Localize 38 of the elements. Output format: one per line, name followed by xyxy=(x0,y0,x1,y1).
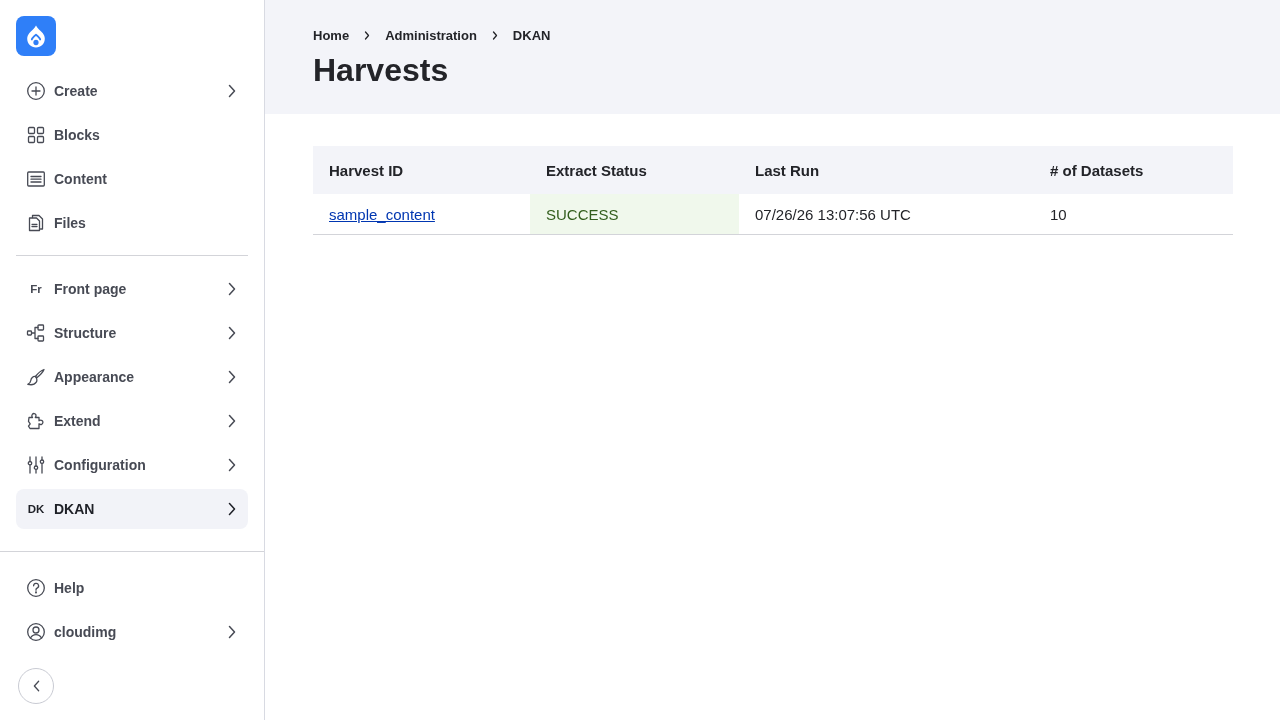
breadcrumb-link[interactable]: Administration xyxy=(385,27,477,43)
nav-item[interactable]: DK DKAN xyxy=(16,489,248,529)
nav-item[interactable]: Extend xyxy=(16,401,248,441)
puzzle-piece-icon xyxy=(26,411,46,431)
nav-item[interactable]: cloudimg xyxy=(16,612,248,652)
documents-icon xyxy=(26,213,46,233)
column-header: Harvest ID xyxy=(313,146,530,194)
list-icon xyxy=(26,169,46,189)
table-cell: 10 xyxy=(1034,194,1233,235)
column-header: Last Run xyxy=(739,146,1034,194)
plus-circle-icon xyxy=(26,81,46,101)
nav-item[interactable]: Files xyxy=(16,203,248,243)
nav-item[interactable]: Structure xyxy=(16,313,248,353)
nav-item[interactable]: Appearance xyxy=(16,357,248,397)
user-icon xyxy=(26,622,46,642)
column-header: # of Datasets xyxy=(1034,146,1233,194)
breadcrumb-separator-icon xyxy=(364,30,371,40)
breadcrumb-link[interactable]: Home xyxy=(313,27,350,43)
grid-icon xyxy=(26,125,46,145)
status-cell: SUCCESS xyxy=(530,194,739,235)
chevron-left-icon xyxy=(32,680,40,692)
nav-item[interactable]: Help xyxy=(16,568,248,608)
nav-item[interactable]: Create xyxy=(16,71,248,111)
nav-item[interactable]: Blocks xyxy=(16,115,248,155)
help-icon xyxy=(26,578,46,598)
nav-item[interactable]: Fr Front page xyxy=(16,269,248,309)
nav-item[interactable]: Configuration xyxy=(16,445,248,485)
breadcrumb-link[interactable]: DKAN xyxy=(512,27,551,43)
logo-icon[interactable] xyxy=(16,16,56,56)
paintbrush-icon xyxy=(26,367,46,387)
column-header: Extract Status xyxy=(530,146,739,194)
hierarchy-icon xyxy=(26,323,46,343)
page-title: Harvests xyxy=(313,51,450,90)
nav-item[interactable]: Content xyxy=(16,159,248,199)
harvest-id-link[interactable]: sample_content xyxy=(329,205,435,223)
sliders-icon xyxy=(26,455,46,475)
breadcrumb-separator-icon xyxy=(491,30,498,40)
table-cell: 07/26/26 13:07:56 UTC xyxy=(739,194,1034,235)
